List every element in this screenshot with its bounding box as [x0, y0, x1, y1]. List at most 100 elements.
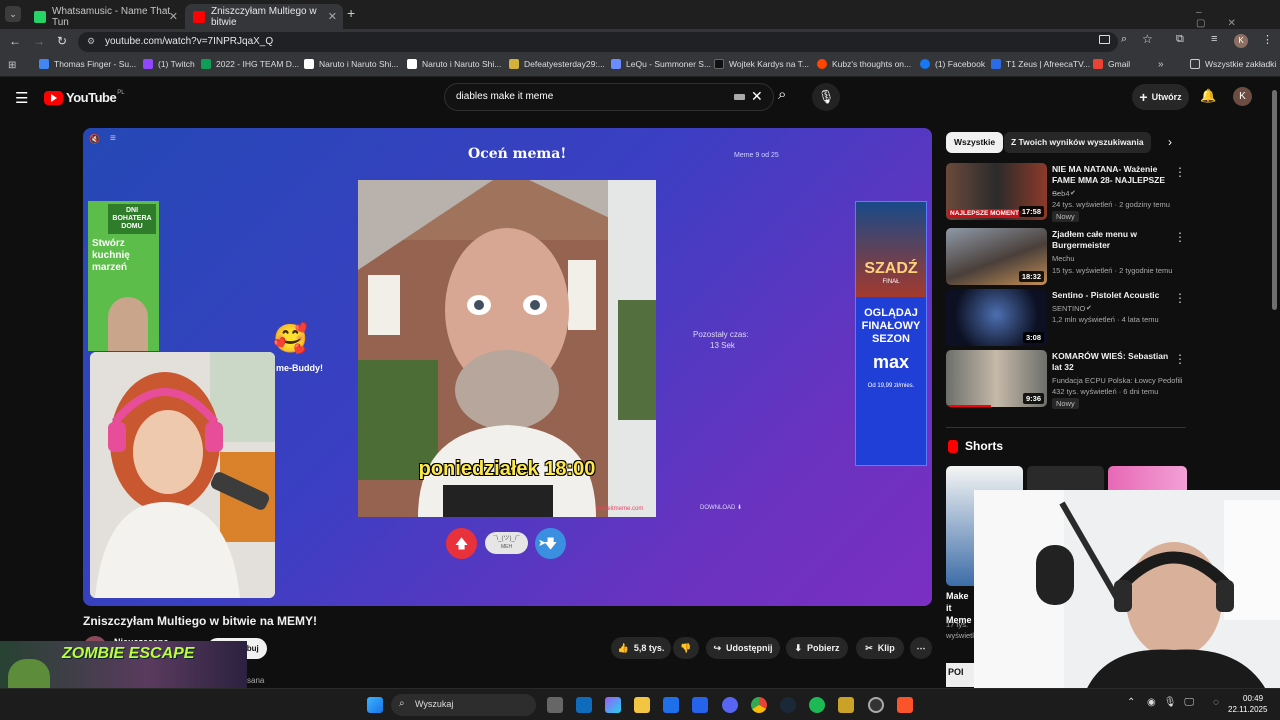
game-menu-icon[interactable]: ≡	[110, 133, 116, 144]
wifi-icon[interactable]: ◌	[1213, 697, 1219, 708]
menu-icon[interactable]: ⋮	[1262, 33, 1273, 46]
bookmark-item[interactable]: Naruto i Naruto Shi...	[407, 59, 501, 69]
profile-avatar[interactable]: K	[1234, 34, 1248, 48]
tab-whatsamusic[interactable]: Whatsamusic - Name That Tun ✕	[26, 4, 184, 29]
back-icon[interactable]: ←	[9, 34, 21, 48]
new-tab-button[interactable]: +	[347, 5, 355, 21]
watch-progress	[946, 405, 992, 407]
filter-chip-all[interactable]: Wszystkie	[946, 132, 1004, 153]
tab-youtube[interactable]: Zniszczyłam Multiego w bitwie ✕	[185, 4, 343, 29]
discord-icon[interactable]	[722, 697, 738, 713]
forward-icon[interactable]: →	[33, 34, 45, 48]
bookmark-item[interactable]: T1 Zeus | AfreecaTV...	[991, 59, 1090, 69]
meh-button[interactable]: ¯\_(ツ)_/¯ MEH	[485, 532, 528, 554]
clock-date[interactable]: 22.11.2025	[1228, 705, 1267, 714]
more-options-icon[interactable]: ⋮	[1174, 230, 1186, 244]
tray-icons[interactable]: ◉🎙🖵	[1147, 697, 1202, 708]
window-controls[interactable]: –▢✕	[1196, 7, 1280, 29]
thumb-banner: NAJLEPSZE MOMENTY	[948, 209, 1026, 218]
filter-chip-your-results[interactable]: Z Twoich wyników wyszukiwania	[1004, 132, 1151, 153]
bookmark-item[interactable]: Wojtek Kardys na T...	[714, 59, 809, 69]
meme-image: poniedziałek 18:00 makeitmeme.com	[358, 180, 656, 517]
search-icon[interactable]: ⌕	[778, 86, 786, 103]
close-icon[interactable]: ✕	[169, 10, 178, 23]
recommended-video[interactable]: NAJLEPSZE MOMENTY 17:58 NIE MA NATANA- W…	[946, 163, 1186, 222]
bookmark-item[interactable]: Naruto i Naruto Shi...	[304, 59, 398, 69]
more-options-icon[interactable]: ⋮	[1174, 291, 1186, 305]
create-button[interactable]: + Utwórz	[1132, 84, 1189, 110]
ad-right[interactable]: SZADŹ FINAŁ OGLĄDAJ FINAŁOWY SEZON max O…	[855, 201, 927, 466]
short-thumbnail[interactable]	[1027, 466, 1104, 491]
sidebar-divider	[946, 427, 1186, 428]
wikipedia-icon	[407, 59, 417, 69]
page-scrollbar[interactable]	[1272, 90, 1277, 310]
taskbar-search[interactable]: ⌕ Wyszukaj	[391, 694, 536, 716]
chrome-icon[interactable]	[751, 697, 767, 713]
video-title: Zjadłem całe menu w Burgermeister	[1052, 229, 1138, 250]
view-meta: 1,2 mln wyświetleń · 4 lata temu	[1052, 315, 1159, 324]
notifications-bell-icon[interactable]: 🔔	[1200, 88, 1216, 104]
video-player[interactable]: 🔇 ≡ Oceń mema! Meme 9 od 25 DNI BOHATERA…	[83, 128, 932, 606]
clock-time[interactable]: 00:49	[1243, 694, 1263, 703]
dislike-button[interactable]: 👎	[673, 637, 699, 659]
all-bookmarks[interactable]: Wszystkie zakładki	[1190, 59, 1276, 69]
outlook-icon[interactable]	[576, 697, 592, 713]
app-icon[interactable]	[838, 697, 854, 713]
mute-icon[interactable]: 🔇	[89, 134, 100, 145]
apps-icon[interactable]: ⊞	[8, 60, 16, 71]
short-thumbnail[interactable]	[1108, 466, 1187, 491]
download-meme-button[interactable]: DOWNLOAD ⬇	[700, 504, 742, 511]
tab-search-icon[interactable]: ⌄	[5, 6, 21, 22]
spotify-icon[interactable]	[809, 697, 825, 713]
clear-search-icon[interactable]: ✕	[751, 88, 763, 105]
bookmark-item[interactable]: 2022 - IHG TEAM D...	[201, 59, 299, 69]
youtube-logo[interactable]: YouTube PL	[44, 90, 125, 105]
ad-left[interactable]: DNI BOHATERA DOMU Stwórz kuchnię marzeń	[88, 201, 159, 351]
clip-button[interactable]: ✂ Klip	[856, 637, 904, 659]
more-actions-button[interactable]: ⋯	[910, 637, 932, 659]
tray-chevron-icon[interactable]: ⌃	[1127, 697, 1135, 708]
task-view-icon[interactable]	[547, 697, 563, 713]
file-explorer-icon[interactable]	[634, 697, 650, 713]
recommended-video[interactable]: 18:32 Zjadłem całe menu w Burgermeister …	[946, 228, 1186, 286]
bookmark-star-icon[interactable]: ☆	[1142, 32, 1153, 46]
bookmark-item[interactable]: (1) Twitch	[143, 59, 195, 69]
keyboard-icon[interactable]	[734, 94, 745, 100]
windows-start-icon[interactable]	[367, 697, 383, 713]
more-options-icon[interactable]: ⋮	[1174, 352, 1186, 366]
more-bookmarks-icon[interactable]: »	[1158, 59, 1164, 70]
voice-search-icon[interactable]: 🎙	[812, 83, 840, 111]
hamburger-menu-icon[interactable]: ☰	[15, 89, 28, 107]
media-icon[interactable]: ≡	[1211, 33, 1217, 45]
download-button[interactable]: ⬇ Pobierz	[786, 637, 848, 659]
bookmark-item[interactable]: Defeatyesterday29:...	[509, 59, 605, 69]
like-button[interactable]: 👍 5,8 tys.	[611, 637, 671, 659]
search-input[interactable]: diables make it meme ✕	[444, 83, 774, 111]
url-field[interactable]: ⚙ youtube.com/watch?v=7INPRJqaX_Q	[78, 32, 1118, 52]
bookmark-item[interactable]: Kubz's thoughts on...	[817, 59, 911, 69]
zoom-icon[interactable]: ⌕	[1121, 33, 1127, 46]
photos-icon[interactable]	[692, 697, 708, 713]
brave-icon[interactable]	[897, 697, 913, 713]
copilot-icon[interactable]	[605, 697, 621, 713]
chevron-right-icon[interactable]: ›	[1168, 135, 1172, 149]
reload-icon[interactable]: ↻	[57, 34, 67, 48]
download-icon: ⬇	[794, 642, 803, 653]
account-avatar[interactable]: K	[1233, 87, 1252, 106]
site-info-icon[interactable]: ⚙	[87, 36, 95, 47]
close-icon[interactable]: ✕	[328, 10, 337, 23]
recommended-video[interactable]: 9:36 KOMARÓW WIEŚ: Sebastian lat 32 Fund…	[946, 350, 1186, 409]
steam-icon[interactable]	[780, 697, 796, 713]
share-button[interactable]: ↪ Udostępnij	[706, 637, 780, 659]
store-icon[interactable]	[663, 697, 679, 713]
bookmark-item[interactable]: LeQu - Summoner S...	[611, 59, 711, 69]
bookmark-item[interactable]: Thomas Finger - Su...	[39, 59, 136, 69]
recommended-video[interactable]: 3:08 Sentino - Pistolet Acoustic SENTINO…	[946, 289, 1186, 347]
more-options-icon[interactable]: ⋮	[1174, 165, 1186, 179]
obs-icon[interactable]	[868, 697, 884, 713]
bookmark-item[interactable]: Gmail	[1093, 59, 1130, 69]
cast-icon[interactable]	[1099, 35, 1110, 44]
upvote-button[interactable]: 🡅	[446, 528, 477, 559]
extensions-icon[interactable]: ⧉	[1176, 33, 1184, 46]
bookmark-item[interactable]: (1) Facebook	[920, 59, 985, 69]
